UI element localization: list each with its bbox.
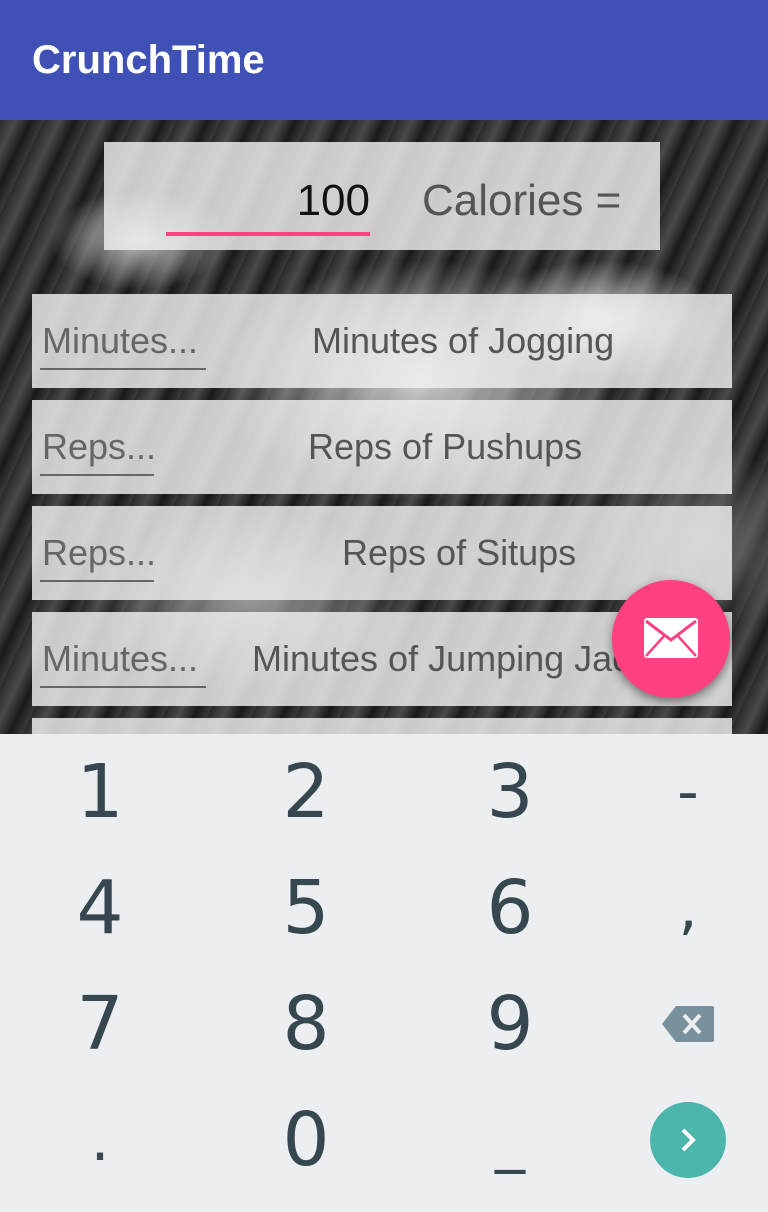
- jogging-input-underline: [40, 368, 206, 370]
- calories-label: Calories =: [422, 176, 622, 225]
- key-minus[interactable]: -: [592, 734, 768, 850]
- exercise-row-jogging: Minutes... Minutes of Jogging: [32, 294, 732, 388]
- calories-input-underline: [166, 232, 370, 236]
- calories-input[interactable]: 100: [166, 176, 370, 226]
- jogging-label: Minutes of Jogging: [312, 320, 615, 361]
- pushups-reps-input[interactable]: Reps...: [42, 426, 156, 468]
- exercise-row-partial: [32, 718, 732, 734]
- app-bar: CrunchTime: [0, 0, 768, 120]
- situps-input-underline: [40, 580, 154, 582]
- exercise-row-situps: Reps... Reps of Situps: [32, 506, 732, 600]
- numeric-keyboard: 1 2 3 - 4 5 6 , 7 8 9 . 0 _: [0, 734, 768, 1212]
- key-4[interactable]: 4: [4, 850, 196, 966]
- key-3[interactable]: 3: [414, 734, 606, 850]
- key-comma[interactable]: ,: [592, 850, 768, 966]
- jumping-jacks-input-underline: [40, 686, 206, 688]
- jumping-jacks-label: Minutes of Jumping Jacks: [252, 638, 667, 679]
- key-period[interactable]: .: [4, 1082, 196, 1198]
- app-title: CrunchTime: [32, 38, 265, 82]
- key-0[interactable]: 0: [210, 1082, 402, 1198]
- key-5[interactable]: 5: [210, 850, 402, 966]
- backspace-key[interactable]: [592, 966, 768, 1082]
- key-6[interactable]: 6: [414, 850, 606, 966]
- key-space[interactable]: _: [414, 1082, 606, 1198]
- key-8[interactable]: 8: [210, 966, 402, 1082]
- go-key[interactable]: [592, 1082, 768, 1198]
- jumping-jacks-minutes-input[interactable]: Minutes...: [42, 638, 198, 680]
- email-fab[interactable]: [612, 580, 730, 698]
- pushups-label: Reps of Pushups: [308, 426, 583, 467]
- situps-reps-input[interactable]: Reps...: [42, 532, 156, 574]
- key-9[interactable]: 9: [414, 966, 606, 1082]
- chevron-right-icon: [681, 1128, 696, 1152]
- pushups-input-underline: [40, 474, 154, 476]
- situps-label: Reps of Situps: [342, 532, 577, 573]
- key-2[interactable]: 2: [210, 734, 402, 850]
- exercise-row-pushups: Reps... Reps of Pushups: [32, 400, 732, 494]
- key-1[interactable]: 1: [4, 734, 196, 850]
- email-icon: [644, 618, 698, 658]
- key-7[interactable]: 7: [4, 966, 196, 1082]
- jogging-minutes-input[interactable]: Minutes...: [42, 320, 198, 362]
- go-button: [650, 1102, 726, 1178]
- backspace-icon: [662, 1006, 714, 1042]
- calorie-card: 100 Calories =: [104, 142, 660, 250]
